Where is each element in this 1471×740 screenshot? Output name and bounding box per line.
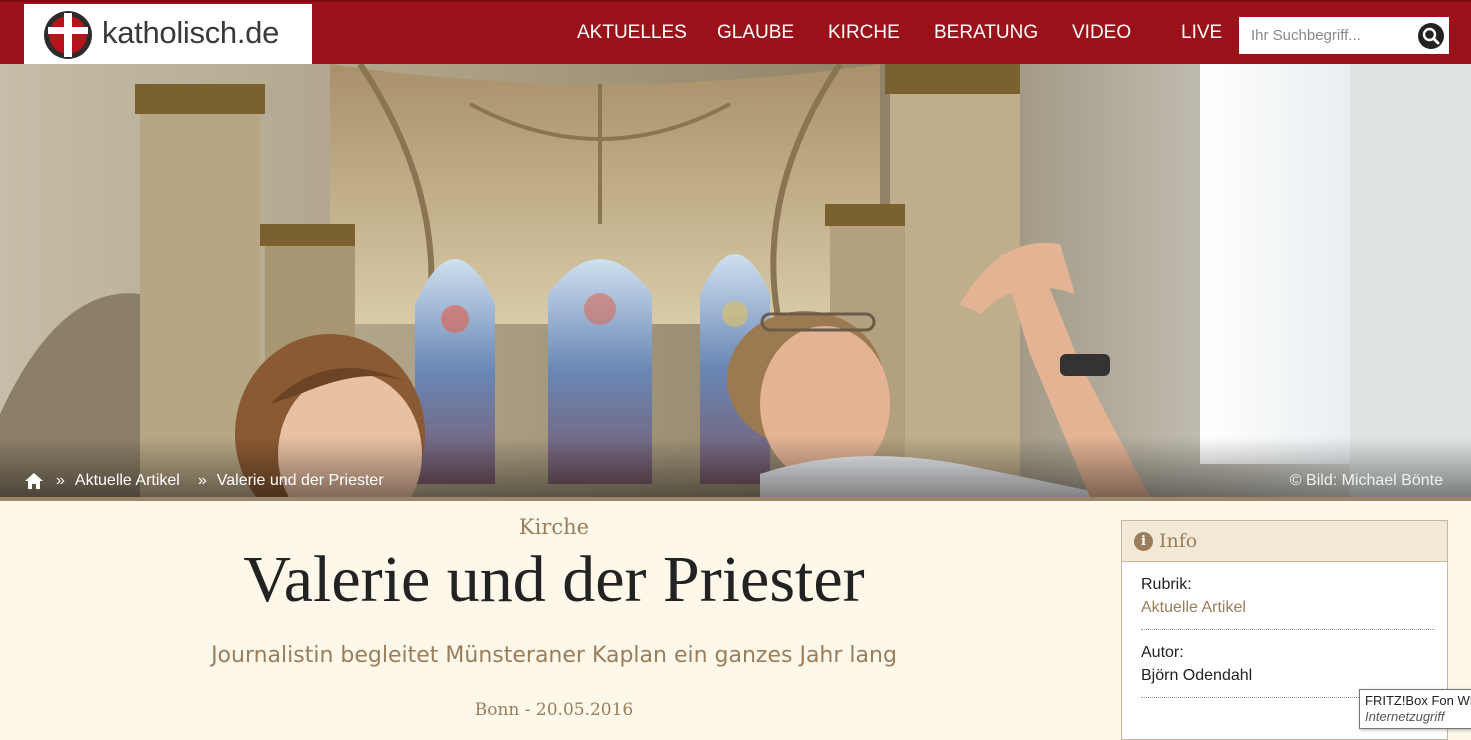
search-box [1239, 17, 1449, 54]
search-icon[interactable] [1417, 22, 1445, 50]
breadcrumb-current-page: Valerie und der Priester [216, 472, 384, 489]
info-row-rubrik: Rubrik: Aktuelle Artikel [1141, 562, 1435, 630]
site-logo[interactable]: katholisch.de [24, 4, 312, 66]
article-subtitle: Journalistin begleitet Münsteraner Kapla… [211, 643, 897, 668]
article-meta: Bonn - 20.05.2016 [474, 700, 634, 720]
info-label: Autor: [1141, 644, 1184, 661]
top-navigation-bar: katholisch.de AKTUELLES GLAUBE KIRCHE BE… [0, 0, 1471, 66]
article-kicker: Kirche [518, 515, 590, 539]
hero-image: » Aktuelle Artikel » Valerie und der Pri… [0, 64, 1471, 497]
tooltip-line-1: FRITZ!Box Fon WLAN [1365, 693, 1471, 708]
nav-item-kirche[interactable]: KIRCHE [828, 22, 900, 44]
article-title: Valerie und der Priester [243, 543, 865, 616]
photo-credit: © Bild: Michael Bönte [1289, 472, 1443, 489]
search-input[interactable] [1239, 17, 1409, 54]
info-box-title: Info [1159, 530, 1198, 552]
hero-divider [0, 497, 1471, 501]
nav-item-aktuelles[interactable]: AKTUELLES [577, 22, 687, 44]
breadcrumb-link-aktuelle-artikel[interactable]: Aktuelle Artikel [75, 472, 180, 490]
breadcrumb-separator-icon: » [197, 472, 207, 489]
info-label: Rubrik: [1141, 576, 1192, 593]
system-tooltip: FRITZ!Box Fon WLAN Internetzugriff [1359, 689, 1471, 729]
nav-item-beratung[interactable]: BERATUNG [934, 22, 1038, 44]
info-rubrik-link[interactable]: Aktuelle Artikel [1141, 599, 1435, 617]
info-row-autor: Autor: Björn Odendahl [1141, 630, 1435, 698]
church-interior-photo [0, 64, 1471, 497]
info-autor-value: Björn Odendahl [1141, 667, 1253, 684]
nav-item-glaube[interactable]: GLAUBE [717, 22, 794, 44]
breadcrumb: » Aktuelle Artikel » Valerie und der Pri… [24, 472, 384, 490]
home-icon[interactable] [24, 472, 44, 490]
logo-cross-icon [44, 11, 92, 59]
logo-text: katholisch.de [102, 15, 280, 50]
info-box-header: i Info [1122, 521, 1447, 562]
nav-item-live[interactable]: LIVE [1181, 22, 1222, 44]
breadcrumb-separator-icon: » [56, 472, 65, 489]
info-icon: i [1134, 531, 1153, 551]
tooltip-line-2: Internetzugriff [1365, 709, 1445, 724]
nav-item-video[interactable]: VIDEO [1072, 22, 1131, 44]
